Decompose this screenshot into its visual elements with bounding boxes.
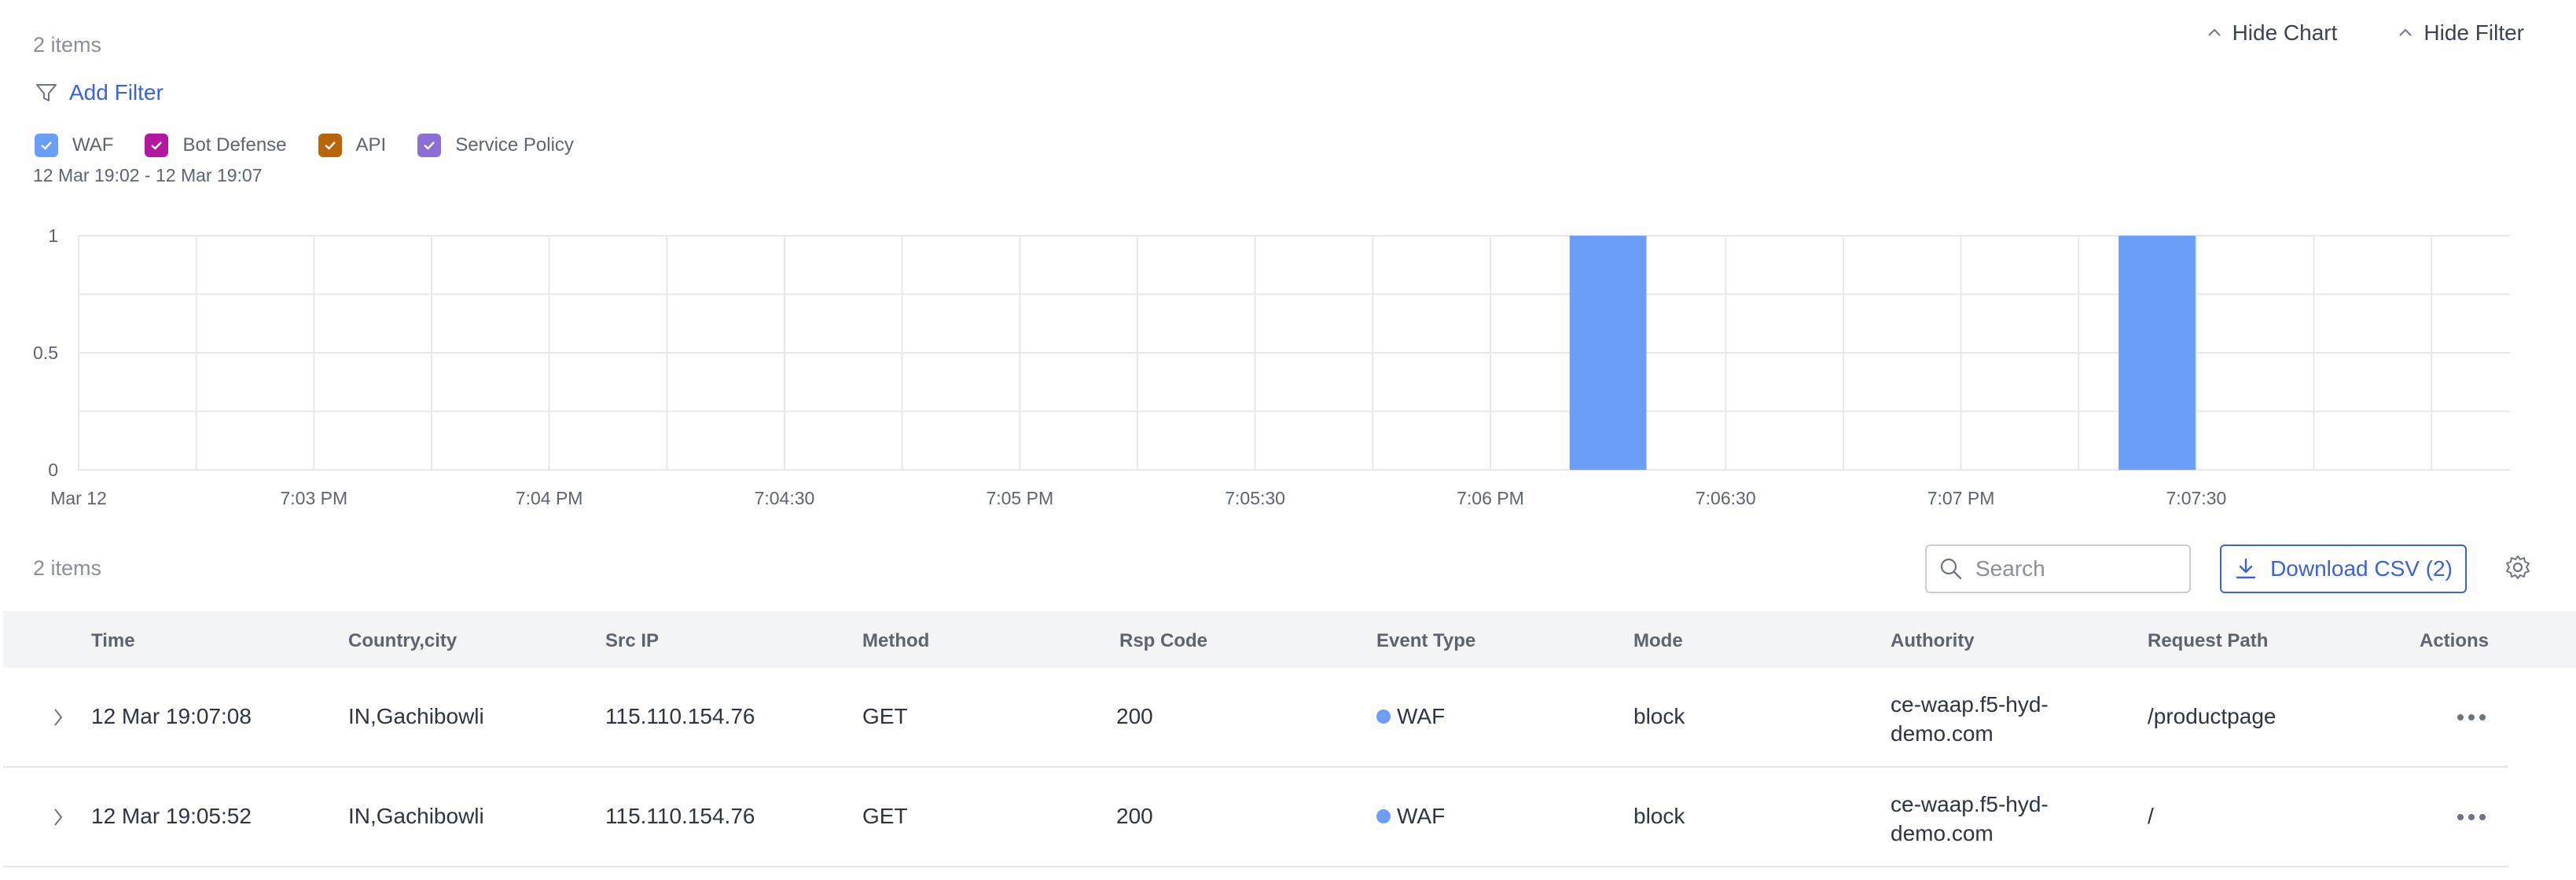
x-tick-label: Mar 12 xyxy=(50,488,107,508)
search-input[interactable] xyxy=(1975,556,2164,581)
cell-authority: ce-waap.f5-hyd- demo.com xyxy=(1891,790,2049,848)
y-tick-label: 1 xyxy=(48,226,58,246)
column-header-actions: Actions xyxy=(2420,630,2490,651)
legend-label: WAF xyxy=(72,134,114,156)
column-header-time[interactable]: Time xyxy=(91,630,135,652)
hide-filter-label: Hide Filter xyxy=(2423,20,2524,45)
cell-mode: block xyxy=(1633,804,1685,828)
cell-method: GET xyxy=(862,804,908,828)
x-tick-label: 7:06:30 xyxy=(1696,488,1756,508)
cell-src-ip: 115.110.154.76 xyxy=(605,704,755,728)
legend-label: Bot Defense xyxy=(182,134,287,156)
x-tick-label: 7:04 PM xyxy=(516,488,583,508)
column-header-rsp-code[interactable]: Rsp Code xyxy=(1119,630,1207,652)
chevron-up-icon xyxy=(2399,28,2412,36)
x-tick-label: 7:05:30 xyxy=(1225,488,1285,508)
legend-label: API xyxy=(355,134,387,156)
column-header-country-city[interactable]: Country,city xyxy=(348,630,457,652)
table-row[interactable]: 12 Mar 19:07:08 IN,Gachibowli 115.110.15… xyxy=(3,668,2508,768)
legend-item-waf[interactable]: WAF xyxy=(35,134,113,157)
cell-rsp-code: 200 xyxy=(1116,704,1153,728)
time-range-label: 12 Mar 19:02 - 12 Mar 19:07 xyxy=(33,165,263,185)
checkbox-checked-icon xyxy=(35,134,58,157)
cell-country-city: IN,Gachibowli xyxy=(348,704,484,728)
download-icon xyxy=(2236,558,2256,579)
more-actions-icon[interactable] xyxy=(2457,814,2486,820)
table-row[interactable]: 12 Mar 19:05:52 IN,Gachibowli 115.110.15… xyxy=(3,768,2508,867)
cell-mode: block xyxy=(1633,704,1685,728)
cell-authority: ce-waap.f5-hyd- demo.com xyxy=(1891,690,2049,748)
add-filter-button[interactable]: Add Filter xyxy=(35,80,164,105)
cell-time: 12 Mar 19:05:52 xyxy=(91,804,252,828)
events-bar-chart: 1 0.5 0 Mar 12 7:03 PM 7:04 PM 7:04:30 7:05 PM 7… xyxy=(33,226,2510,508)
download-csv-button[interactable]: Download CSV (2) xyxy=(2220,544,2467,593)
chevron-up-icon xyxy=(2207,28,2221,36)
cell-request-path: /productpage xyxy=(2148,704,2277,728)
cell-request-path: / xyxy=(2148,804,2154,828)
hide-chart-button[interactable]: Hide Chart xyxy=(2207,20,2338,46)
checkbox-checked-icon xyxy=(145,134,169,157)
filter-icon xyxy=(36,84,57,101)
x-tick-label: 7:05 PM xyxy=(986,488,1053,508)
column-header-event-type[interactable]: Event Type xyxy=(1376,630,1475,652)
x-tick-label: 7:07:30 xyxy=(2166,488,2227,508)
add-filter-label: Add Filter xyxy=(69,80,164,104)
column-header-method[interactable]: Method xyxy=(862,630,929,652)
cell-country-city: IN,Gachibowli xyxy=(348,804,484,828)
y-tick-label: 0 xyxy=(48,460,58,480)
legend-label: Service Policy xyxy=(455,134,574,156)
column-header-src-ip[interactable]: Src IP xyxy=(605,630,659,652)
hide-chart-label: Hide Chart xyxy=(2232,20,2338,45)
authority-line: ce-waap.f5-hyd- xyxy=(1891,692,2049,717)
items-count: 2 items xyxy=(33,33,102,57)
cell-rsp-code: 200 xyxy=(1116,804,1153,828)
legend-item-bot-defense[interactable]: Bot Defense xyxy=(145,134,287,157)
search-icon xyxy=(1940,558,1962,580)
event-type-label: WAF xyxy=(1397,704,1446,728)
checkbox-checked-icon xyxy=(417,134,442,157)
search-box xyxy=(1925,544,2191,593)
authority-line: ce-waap.f5-hyd- xyxy=(1891,792,2049,816)
y-tick-label: 0.5 xyxy=(33,343,58,363)
table-header: Time Country,city Src IP Method Rsp Code… xyxy=(3,611,2576,668)
column-header-authority[interactable]: Authority xyxy=(1891,630,1975,652)
table-items-count: 2 items xyxy=(33,556,102,580)
gear-icon[interactable] xyxy=(2504,554,2531,581)
column-header-mode[interactable]: Mode xyxy=(1633,630,1683,652)
cell-time: 12 Mar 19:07:08 xyxy=(91,704,252,728)
chart-legend: WAF Bot Defense API Service Policy xyxy=(35,134,574,157)
x-tick-label: 7:03 PM xyxy=(280,488,347,508)
cell-src-ip: 115.110.154.76 xyxy=(605,804,755,828)
download-csv-label: Download CSV (2) xyxy=(2270,556,2453,581)
cell-event-type: WAF xyxy=(1376,704,1445,729)
x-tick-label: 7:06 PM xyxy=(1457,488,1524,508)
x-tick-label: 7:04:30 xyxy=(755,488,815,508)
authority-line: demo.com xyxy=(1891,821,1994,845)
chevron-right-icon[interactable] xyxy=(52,807,64,827)
event-type-label: WAF xyxy=(1397,804,1446,828)
hide-filter-button[interactable]: Hide Filter xyxy=(2398,20,2524,46)
column-header-request-path[interactable]: Request Path xyxy=(2148,630,2268,652)
chevron-right-icon[interactable] xyxy=(52,707,64,728)
x-tick-label: 7:07 PM xyxy=(1927,488,1995,508)
legend-item-api[interactable]: API xyxy=(318,134,387,157)
cell-event-type: WAF xyxy=(1376,804,1445,829)
bar-waf xyxy=(1569,236,1647,470)
top-actions: Hide Chart Hide Filter xyxy=(2207,20,2524,46)
waf-dot-icon xyxy=(1376,808,1391,823)
more-actions-icon[interactable] xyxy=(2457,714,2486,720)
waf-dot-icon xyxy=(1376,709,1391,724)
checkbox-checked-icon xyxy=(318,134,342,157)
cell-method: GET xyxy=(862,704,908,728)
authority-line: demo.com xyxy=(1891,721,1994,746)
legend-item-service-policy[interactable]: Service Policy xyxy=(417,134,574,157)
bar-waf xyxy=(2118,236,2196,470)
